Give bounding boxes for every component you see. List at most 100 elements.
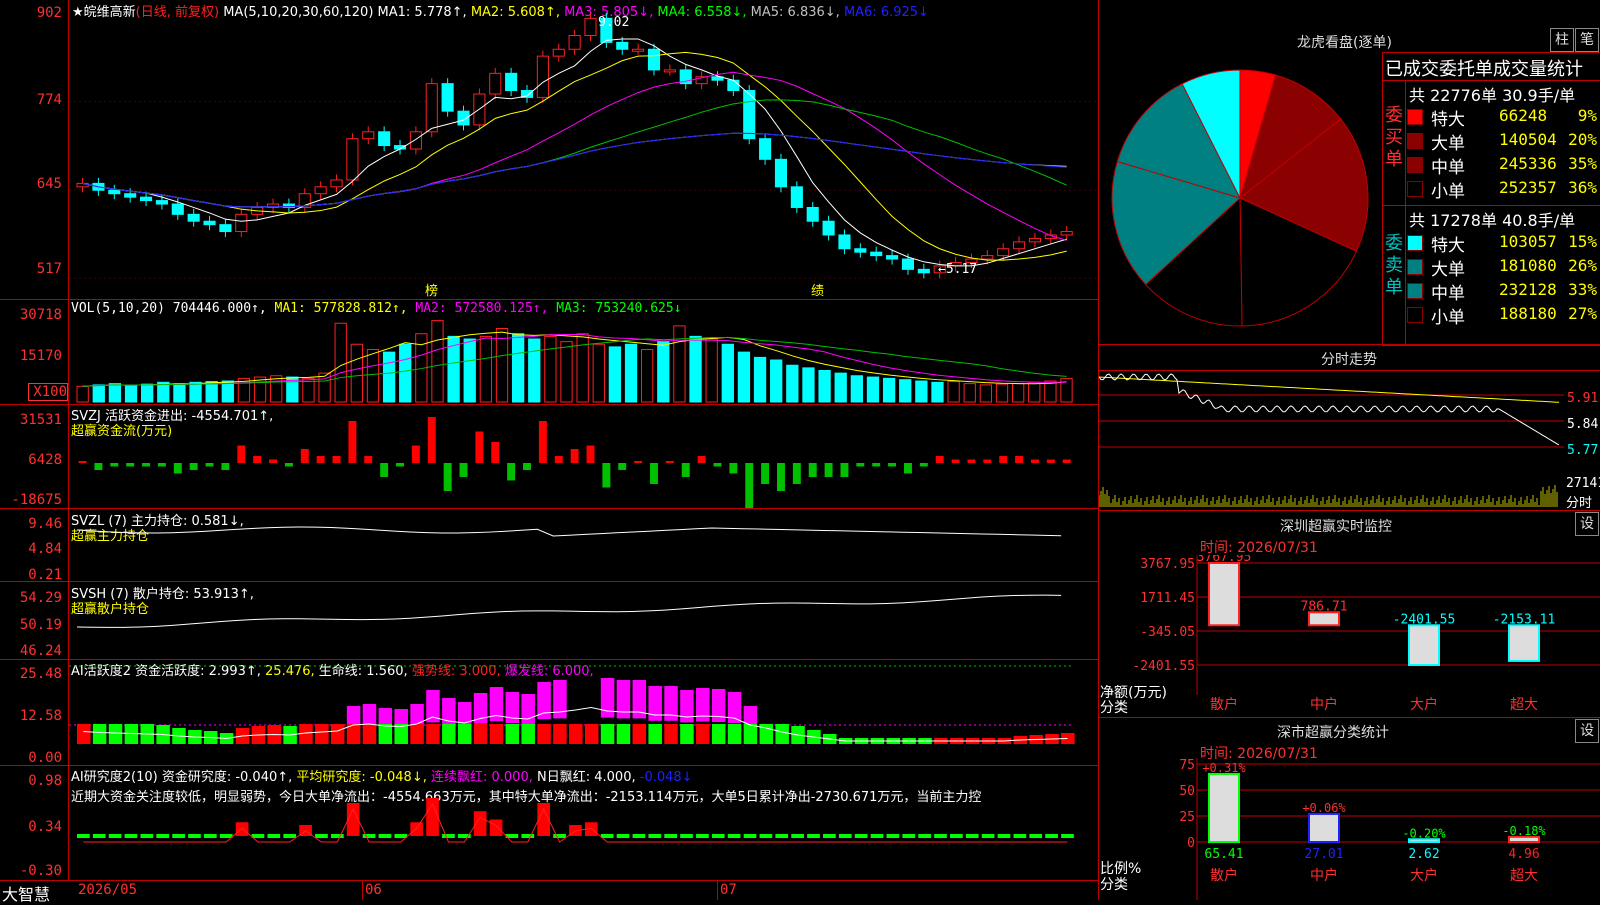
- pen-mode-button[interactable]: 笔: [1575, 28, 1599, 52]
- order-pie-chart[interactable]: [1100, 55, 1380, 345]
- buy-value: 252357: [1499, 178, 1557, 197]
- ai-activity-chart[interactable]: [69, 660, 1097, 765]
- intraday-tick-0: 5.91: [1567, 391, 1599, 406]
- sz-category-category: 大户: [1410, 867, 1438, 884]
- retail-position-chart[interactable]: [69, 582, 1097, 659]
- fund-flow-bar: [332, 456, 341, 463]
- sz-category-bar: [1208, 772, 1240, 843]
- candle-body: [774, 158, 788, 188]
- research-bar: [807, 834, 820, 838]
- volume-bar: [495, 328, 509, 403]
- sz-category-settings-button[interactable]: 设: [1575, 719, 1599, 743]
- volume-bar: [737, 351, 751, 403]
- sz-monitor-bar: [1508, 624, 1540, 662]
- fund-flow-bar: [967, 459, 976, 463]
- intraday-chart[interactable]: [1099, 371, 1564, 509]
- column-mode-button[interactable]: 柱: [1550, 28, 1574, 52]
- sz-category-axis-label2: 分类: [1100, 877, 1128, 893]
- sz-monitor-settings-button[interactable]: 设: [1575, 512, 1599, 536]
- main-position-chart[interactable]: [69, 509, 1097, 581]
- candle-body: [187, 213, 200, 222]
- candlestick-chart[interactable]: [69, 0, 1097, 298]
- candle-body: [997, 248, 1010, 257]
- activity-bar-hot: [648, 686, 662, 721]
- activity-bar-hot: [473, 693, 488, 724]
- order-stats-subtitle: 已成交委托单成交量统计: [1385, 59, 1583, 80]
- research-bar: [108, 834, 122, 838]
- candle-body: [886, 255, 899, 260]
- sz-category-value: 27.01: [1304, 847, 1343, 862]
- fund-flow-bar: [380, 463, 389, 477]
- buy-value: 140504: [1499, 130, 1557, 149]
- app-brand[interactable]: 大智慧: [2, 881, 50, 905]
- high-price-label: 9.02: [598, 15, 630, 30]
- sz-category-value: 4.96: [1508, 847, 1539, 862]
- volume-bar: [608, 346, 622, 403]
- volume-bar: [221, 380, 234, 403]
- research-bar: [775, 834, 789, 838]
- research-bar: [140, 834, 154, 838]
- activity-bar-hot: [616, 680, 631, 719]
- activity-bar: [362, 724, 377, 744]
- volume-bar: [141, 383, 154, 403]
- research-bar: [267, 834, 281, 838]
- activity-bar: [378, 724, 393, 744]
- sz-category-category: 中户: [1310, 867, 1338, 884]
- fund-flow-bar: [142, 463, 151, 467]
- fund-flow-bar: [126, 463, 135, 467]
- research-bar: [727, 834, 741, 838]
- event-marker-bang[interactable]: 榜: [425, 280, 438, 299]
- ma6-line: [82, 132, 1067, 208]
- fund-flow-bar: [284, 463, 293, 467]
- sell-percent: 26%: [1568, 256, 1597, 275]
- sell-row: 大单 181080 26%: [1407, 255, 1599, 280]
- activity-bar: [394, 724, 408, 744]
- fund-flow-bar: [872, 463, 881, 467]
- fund-flow-bar: [1015, 456, 1024, 463]
- fund-flow-bar: [173, 463, 182, 474]
- sz-monitor-category: 散户: [1210, 696, 1238, 713]
- fund-flow-bar: [856, 463, 865, 467]
- sz-category-category: 超大: [1510, 868, 1538, 884]
- research-bar: [92, 834, 106, 838]
- fund-flow-bar: [523, 463, 531, 470]
- activity-bar-hot: [457, 702, 472, 728]
- sz-category-bar: [1308, 812, 1340, 843]
- sell-color-swatch: [1407, 235, 1423, 251]
- buy-color-swatch: [1407, 157, 1423, 173]
- event-marker-ji[interactable]: 绩: [811, 280, 824, 299]
- sz-monitor-chart[interactable]: 3767.95 1711.45 -345.05 -2401.55 3767.95 散户 78…: [1099, 555, 1600, 715]
- ai-research-chart[interactable]: [69, 766, 1097, 880]
- fund-flow-bar: [1030, 459, 1039, 463]
- fund-flow-bar: [618, 463, 627, 470]
- buy-label: 大单: [1431, 134, 1465, 154]
- y-tick-ai-research-1: 0.34: [28, 819, 62, 835]
- research-bar: [838, 834, 852, 838]
- buy-row: 特大 66248 9%: [1407, 105, 1599, 130]
- activity-bar: [505, 724, 520, 744]
- fund-flow-bar: [792, 463, 801, 484]
- sz-monitor-bar-label: -2153.11: [1493, 612, 1556, 627]
- volume-bar: [850, 375, 863, 403]
- order-stats-table: 已成交委托单成交量统计 共 22776单 30.9手/单 委买单 特大 66248…: [1382, 52, 1600, 346]
- fund-flow-bar: [110, 463, 119, 467]
- low-price-label: ←5.17: [938, 262, 978, 277]
- sz-category-chart[interactable]: 75 50 25 0 +0.31% 65.41 散户 +0.06% 27.01 中户 -0.20% 2…: [1099, 758, 1600, 900]
- research-bar: [283, 834, 297, 838]
- buy-color-swatch: [1407, 181, 1423, 197]
- activity-bar-hot: [537, 682, 551, 720]
- fund-flow-chart[interactable]: [69, 405, 1097, 508]
- fund-flow-bar: [475, 431, 484, 463]
- research-bar: [743, 834, 757, 838]
- candle-body: [632, 48, 645, 52]
- intraday-tick-2: 5.77: [1567, 443, 1599, 458]
- activity-bar: [489, 724, 504, 744]
- activity-bar: [537, 724, 551, 744]
- date-label-1: 06: [365, 882, 382, 898]
- volume-bar: [382, 351, 396, 403]
- research-bar: [394, 834, 408, 838]
- volume-bar: [705, 338, 718, 403]
- research-bar: [521, 834, 535, 838]
- research-bar: [854, 834, 868, 838]
- volume-chart[interactable]: [69, 300, 1097, 404]
